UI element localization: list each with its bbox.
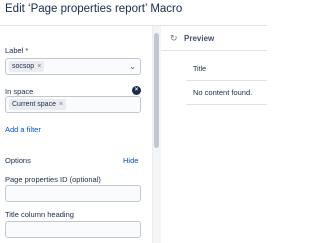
title-column-heading-input[interactable] xyxy=(5,221,141,238)
macro-form-panel: Label * socsop × ⌄ In space × Current spa… xyxy=(0,26,152,243)
preview-label: Preview xyxy=(184,34,215,43)
preview-panel: ↻ Preview Title No content found. xyxy=(161,26,267,243)
hide-options-link[interactable]: Hide xyxy=(123,156,138,165)
label-select[interactable]: socsop × ⌄ xyxy=(5,58,141,75)
label-tag: socsop × xyxy=(9,61,45,72)
clear-icon[interactable]: × xyxy=(132,86,141,95)
add-filter-link[interactable]: Add a filter xyxy=(5,125,41,134)
chevron-down-icon[interactable]: ⌄ xyxy=(129,61,136,72)
page-properties-id-input[interactable] xyxy=(5,185,141,202)
page-properties-id-label: Page properties ID (optional) xyxy=(5,175,101,184)
space-tag-text: Current space xyxy=(12,101,56,108)
dialog-title: Edit ‘Page properties report’ Macro xyxy=(5,3,183,15)
form-scrollbar-thumb[interactable] xyxy=(154,33,159,148)
preview-empty-message: No content found. xyxy=(186,81,267,105)
space-select[interactable]: Current space × xyxy=(5,96,141,113)
options-heading: Options xyxy=(5,156,31,165)
close-icon[interactable]: × xyxy=(37,63,41,70)
space-field-label: In space xyxy=(5,87,34,96)
close-icon[interactable]: × xyxy=(59,101,63,108)
refresh-icon[interactable]: ↻ xyxy=(170,33,178,44)
preview-table-header: Title xyxy=(186,59,267,81)
preview-divider xyxy=(161,50,267,51)
space-tag: Current space × xyxy=(9,99,67,110)
title-column-heading-label: Title column heading xyxy=(5,210,74,219)
label-field-label: Label * xyxy=(5,46,29,55)
label-tag-text: socsop xyxy=(12,63,35,70)
